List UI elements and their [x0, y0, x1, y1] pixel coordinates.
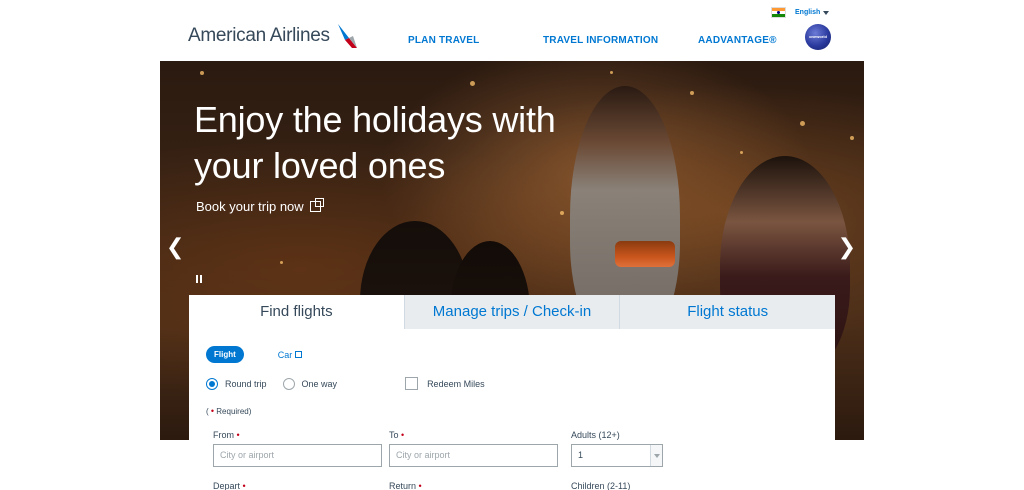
bokeh-light: [740, 151, 743, 154]
return-label-text: Return: [389, 481, 417, 490]
booking-mode-row: Flight Car: [206, 346, 303, 363]
nav-aadvantage[interactable]: AADVANTAGE®: [698, 35, 777, 46]
nav-plan-travel[interactable]: PLAN TRAVEL: [408, 35, 479, 46]
bokeh-light: [280, 261, 283, 264]
carousel-next-button[interactable]: ❯: [838, 236, 856, 258]
from-input[interactable]: City or airport: [213, 444, 382, 467]
booking-panel: Find flights Manage trips / Check-in Fli…: [189, 295, 836, 490]
hero-headline-line1: Enjoy the holidays with: [194, 99, 556, 140]
tab-find-flights[interactable]: Find flights: [189, 295, 404, 329]
logo-text: American Airlines: [188, 25, 330, 46]
book-trip-link[interactable]: Book your trip now: [196, 198, 324, 214]
to-label-text: To: [389, 430, 399, 440]
required-asterisk: •: [210, 406, 215, 416]
required-asterisk: •: [236, 430, 240, 440]
external-link-icon: [295, 351, 303, 358]
bokeh-light: [800, 121, 805, 126]
redeem-miles-label[interactable]: Redeem Miles: [427, 379, 485, 389]
required-asterisk: •: [242, 481, 246, 490]
return-label: Return •: [389, 481, 422, 490]
depart-label: Depart •: [213, 481, 246, 490]
carousel-pause-button[interactable]: [196, 275, 202, 283]
india-flag-icon: [771, 7, 786, 18]
one-way-radio[interactable]: [282, 377, 295, 390]
round-trip-label[interactable]: Round trip: [225, 379, 267, 389]
tab-manage-trips[interactable]: Manage trips / Check-in: [403, 295, 620, 329]
to-label: To •: [389, 430, 404, 440]
mode-car-link[interactable]: Car: [278, 350, 303, 360]
adults-select[interactable]: 1: [571, 444, 663, 467]
hero-headline-line2: your loved ones: [194, 145, 446, 186]
redeem-miles-checkbox[interactable]: [405, 377, 419, 390]
language-label: English: [795, 9, 821, 16]
required-asterisk: •: [418, 481, 422, 490]
from-label-text: From: [213, 430, 234, 440]
language-selector[interactable]: English: [771, 7, 830, 18]
bokeh-light: [610, 71, 613, 74]
bokeh-light: [200, 71, 204, 75]
carousel-prev-button[interactable]: ❮: [166, 236, 184, 258]
bokeh-light: [850, 136, 854, 140]
bokeh-light: [560, 211, 564, 215]
tab-flight-status[interactable]: Flight status: [619, 295, 836, 329]
pause-icon-bar: [196, 275, 198, 283]
required-asterisk: •: [401, 430, 405, 440]
required-note: ( • Required): [206, 406, 252, 416]
chevron-down-icon: [823, 10, 830, 15]
children-label: Children (2-11): [571, 481, 631, 490]
from-label: From •: [213, 430, 240, 440]
roast-turkey-tray: [615, 241, 675, 267]
mode-flight-button[interactable]: Flight: [206, 346, 244, 363]
required-text: Required: [216, 407, 249, 416]
book-trip-label: Book your trip now: [196, 199, 304, 214]
external-link-icon: [309, 198, 324, 212]
to-input[interactable]: City or airport: [389, 444, 558, 467]
one-way-label[interactable]: One way: [302, 379, 338, 389]
depart-label-text: Depart: [213, 481, 241, 490]
oneworld-label: oneworld: [809, 34, 827, 39]
trip-type-row: Round trip One way Redeem Miles: [206, 377, 485, 390]
adults-label: Adults (12+): [571, 430, 620, 440]
chevron-down-icon: [650, 445, 662, 466]
bokeh-light: [470, 81, 475, 86]
adults-value: 1: [578, 450, 584, 460]
hero-headline: Enjoy the holidays with your loved ones: [194, 97, 614, 189]
round-trip-radio[interactable]: [206, 377, 218, 390]
car-label: Car: [277, 349, 293, 360]
american-airlines-logo[interactable]: American Airlines: [188, 22, 359, 50]
nav-travel-information[interactable]: TRAVEL INFORMATION: [543, 35, 658, 46]
oneworld-logo[interactable]: oneworld: [805, 24, 831, 50]
bokeh-light: [690, 91, 694, 95]
booking-tabs: Find flights Manage trips / Check-in Fli…: [189, 295, 836, 329]
flight-symbol-icon: [337, 24, 357, 48]
pause-icon-bar: [200, 275, 202, 283]
